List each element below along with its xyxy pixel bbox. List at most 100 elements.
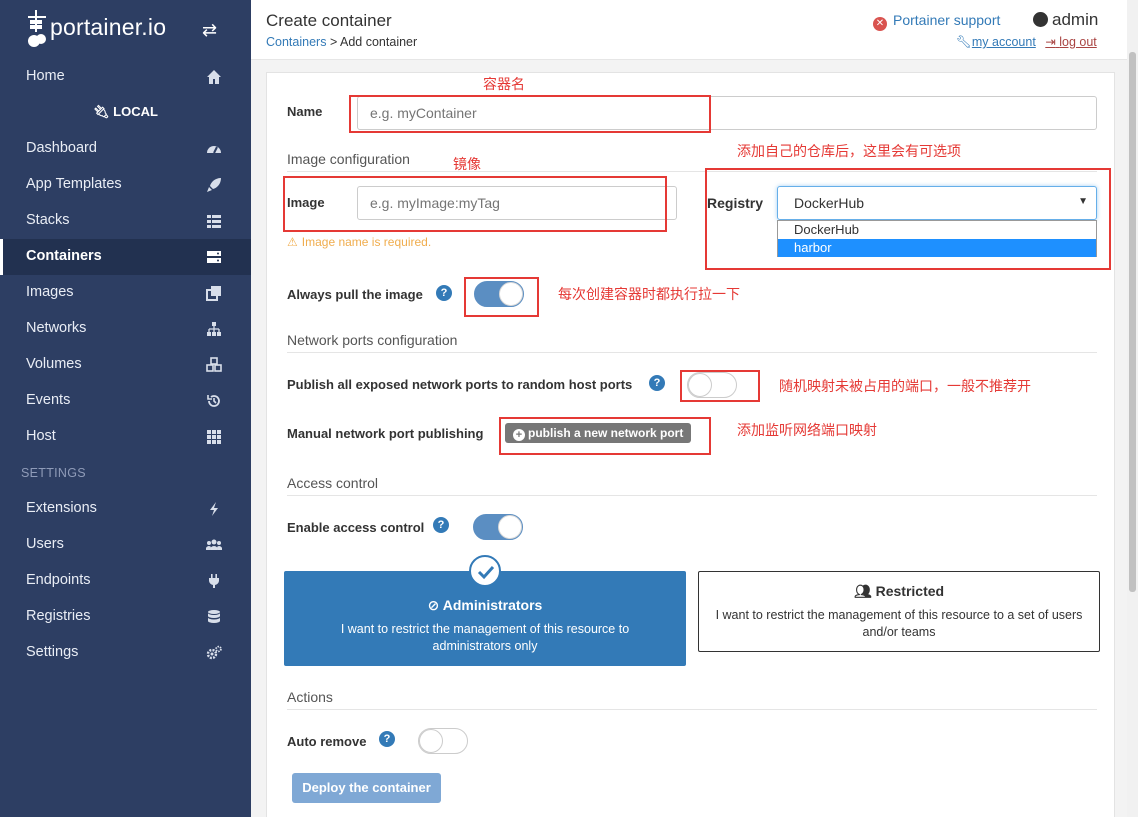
sidebar-item-label: Registries bbox=[26, 608, 91, 624]
annotation-name: 容器名 bbox=[483, 76, 525, 92]
breadcrumb: Containers > Add container bbox=[266, 35, 417, 49]
sidebar-item-label: Volumes bbox=[26, 356, 82, 372]
breadcrumb-containers-link[interactable]: Containers bbox=[266, 35, 326, 49]
users-icon bbox=[206, 539, 222, 550]
sidebar-item-label: Endpoints bbox=[26, 572, 91, 588]
sidebar-item-app-templates[interactable]: App Templates bbox=[0, 167, 251, 203]
sidebar-item-label: Stacks bbox=[26, 212, 70, 228]
home-icon bbox=[207, 70, 221, 84]
sign-out-icon: ⇥ bbox=[1045, 35, 1056, 49]
annotation-box-image bbox=[283, 176, 667, 232]
switch-endpoint-icon[interactable]: ⇄ bbox=[202, 20, 217, 41]
actions-heading: Actions bbox=[287, 689, 1097, 710]
access-control-heading: Access control bbox=[287, 475, 1097, 496]
sidebar-item-endpoints[interactable]: Endpoints bbox=[0, 563, 251, 599]
auto-remove-toggle[interactable] bbox=[418, 728, 468, 754]
sidebar-item-label: Events bbox=[26, 392, 71, 408]
portainer-logo-icon bbox=[28, 10, 46, 47]
name-label: Name bbox=[287, 104, 323, 119]
annotation-box-always-pull bbox=[464, 277, 539, 317]
rocket-icon bbox=[207, 178, 221, 192]
always-pull-label: Always pull the image bbox=[287, 287, 423, 302]
sidebar-item-label: Users bbox=[26, 536, 64, 552]
sidebar-item-volumes[interactable]: Volumes bbox=[0, 347, 251, 383]
annotation-box-publish-all bbox=[680, 370, 760, 402]
breadcrumb-current: > Add container bbox=[329, 35, 418, 49]
access-control-label: Enable access control bbox=[287, 520, 425, 535]
sidebar-item-extensions[interactable]: Extensions bbox=[0, 491, 251, 527]
manual-publish-label: Manual network port publishing bbox=[287, 426, 484, 441]
eye-slash-icon: ⊘ bbox=[427, 597, 440, 613]
scrollbar-thumb[interactable] bbox=[1129, 52, 1136, 592]
page-header: Create container Containers > Add contai… bbox=[251, 0, 1138, 60]
database-icon bbox=[208, 610, 220, 623]
th-list-icon bbox=[207, 215, 221, 228]
portainer-support-link[interactable]: ✕ Portainer support bbox=[873, 12, 1000, 31]
sidebar-item-networks[interactable]: Networks bbox=[0, 311, 251, 347]
sidebar-item-images[interactable]: Images bbox=[0, 275, 251, 311]
sidebar-item-label: Home bbox=[26, 68, 65, 84]
settings-heading: SETTINGS bbox=[21, 466, 86, 480]
sidebar-item-label: Extensions bbox=[26, 500, 97, 516]
plug-icon bbox=[209, 574, 219, 588]
account-links: 🔧︎my account ⇥ log out bbox=[956, 34, 1097, 50]
my-account-link[interactable]: my account bbox=[972, 35, 1036, 49]
restricted-option[interactable]: 👥︎ Restricted I want to restrict the man… bbox=[698, 571, 1100, 652]
check-icon bbox=[469, 555, 501, 587]
question-circle-icon[interactable]: ? bbox=[649, 375, 665, 391]
network-ports-heading: Network ports configuration bbox=[287, 332, 1097, 353]
sidebar-item-registries[interactable]: Registries bbox=[0, 599, 251, 635]
sidebar: portainer.io ⇄ Home 🔌︎ LOCAL Dashboard A… bbox=[0, 0, 251, 817]
page-title: Create container bbox=[266, 11, 392, 30]
sidebar-item-stacks[interactable]: Stacks bbox=[0, 203, 251, 239]
user-circle-icon bbox=[1033, 12, 1048, 27]
question-circle-icon[interactable]: ? bbox=[436, 285, 452, 301]
user-menu: admin bbox=[1033, 10, 1098, 30]
th-icon bbox=[207, 430, 221, 444]
cubes-icon bbox=[206, 357, 222, 372]
history-icon bbox=[207, 395, 220, 407]
annotation-always-pull: 每次创建容器时都执行拉一下 bbox=[558, 286, 740, 302]
annotation-box-manual bbox=[499, 417, 711, 455]
annotation-registry: 添加自己的仓库后，这里会有可选项 bbox=[737, 143, 961, 159]
sitemap-icon bbox=[207, 322, 221, 336]
annotation-box-name bbox=[349, 95, 711, 133]
wrench-icon: 🔧︎ bbox=[956, 35, 972, 49]
portainer-logo[interactable]: portainer.io ⇄ bbox=[24, 6, 244, 50]
cogs-icon bbox=[206, 645, 222, 660]
question-circle-icon[interactable]: ? bbox=[379, 731, 395, 747]
sidebar-item-containers[interactable]: Containers bbox=[0, 239, 251, 275]
sidebar-item-settings[interactable]: Settings bbox=[0, 635, 251, 671]
publish-all-label: Publish all exposed network ports to ran… bbox=[287, 377, 633, 392]
sidebar-item-label: Networks bbox=[26, 320, 87, 336]
sidebar-item-label: Images bbox=[26, 284, 74, 300]
username: admin bbox=[1052, 10, 1099, 29]
log-out-link[interactable]: ⇥ log out bbox=[1045, 35, 1097, 49]
annotation-box-registry bbox=[705, 168, 1111, 270]
sidebar-item-dashboard[interactable]: Dashboard bbox=[0, 131, 251, 167]
clone-icon bbox=[206, 286, 221, 301]
deploy-container-button[interactable]: Deploy the container bbox=[292, 773, 441, 803]
server-icon bbox=[207, 251, 221, 263]
sidebar-item-label: Dashboard bbox=[26, 140, 97, 156]
sidebar-item-home[interactable]: Home bbox=[0, 59, 251, 95]
question-circle-icon[interactable]: ? bbox=[433, 517, 449, 533]
tachometer-icon bbox=[207, 146, 221, 154]
life-ring-icon: ✕ bbox=[873, 17, 887, 31]
sidebar-item-label: Containers bbox=[26, 248, 102, 264]
access-control-toggle[interactable] bbox=[473, 514, 523, 540]
annotation-image: 镜像 bbox=[453, 156, 481, 172]
users-icon: 👥︎ bbox=[853, 583, 872, 599]
sidebar-item-label: Settings bbox=[26, 644, 79, 660]
warning-icon: ⚠ bbox=[287, 235, 298, 249]
plug-icon: 🔌︎ bbox=[93, 104, 110, 119]
scrollbar[interactable] bbox=[1127, 0, 1138, 817]
bolt-icon bbox=[210, 502, 218, 516]
sidebar-item-host[interactable]: Host bbox=[0, 419, 251, 455]
annotation-manual: 添加监听网络端口映射 bbox=[737, 422, 877, 438]
annotation-publish-all: 随机映射未被占用的端口，一般不推荐开 bbox=[779, 378, 1031, 394]
sidebar-item-users[interactable]: Users bbox=[0, 527, 251, 563]
sidebar-item-label: App Templates bbox=[26, 176, 122, 192]
sidebar-item-events[interactable]: Events bbox=[0, 383, 251, 419]
image-warning: ⚠ Image name is required. bbox=[287, 235, 432, 249]
